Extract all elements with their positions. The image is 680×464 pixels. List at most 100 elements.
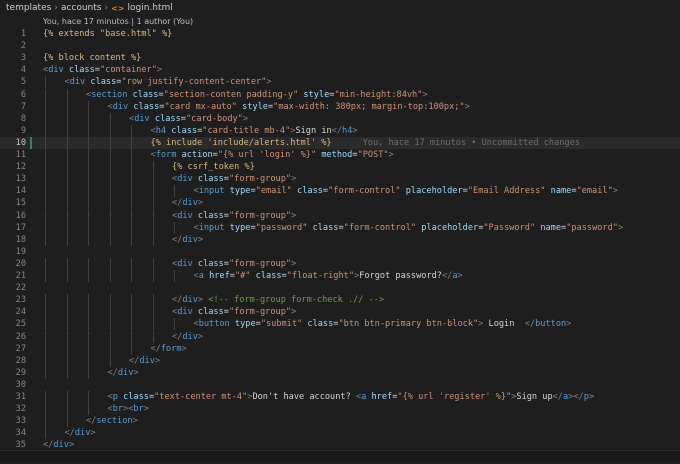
indent-guide <box>45 149 46 161</box>
code-line[interactable]: 1 {% extends "base.html" %} <box>0 28 680 40</box>
indent-guide <box>88 149 89 161</box>
indent-guide <box>45 221 46 234</box>
indent-guide <box>88 330 89 343</box>
code-line[interactable]: 23 </div> <!-- form-group form-check .// … <box>0 294 680 307</box>
code-text: {% csrf_token %} <box>172 162 255 173</box>
indent-guide <box>88 342 89 355</box>
code-editor[interactable]: 1 {% extends "base.html" %} 2 3 {% block con… <box>0 28 680 463</box>
indent-guide <box>109 306 111 319</box>
code-text: <section class="section-conten padding-y… <box>86 89 428 100</box>
indent-guide <box>88 318 89 331</box>
code-line[interactable]: 12 {% csrf_token %} <box>0 161 680 174</box>
line-number: 22 <box>15 283 26 294</box>
code-line[interactable]: 27 </form> <box>0 342 680 355</box>
code-line[interactable]: 16 <div class="form-group"> <box>0 209 680 222</box>
code-line[interactable]: 3 {% block content %} <box>0 52 680 64</box>
line-number: 29 <box>15 367 26 378</box>
line-number: 12 <box>15 162 26 173</box>
code-line[interactable]: 31 <p class="text-center mt-4">Don't have… <box>0 391 680 403</box>
indent-guide <box>88 185 89 198</box>
indent-guide <box>109 209 111 222</box>
line-number: 23 <box>15 295 26 306</box>
line-number: 31 <box>15 392 26 402</box>
code-line[interactable]: 2 <box>0 40 680 52</box>
code-text: <div class="row justify-content-center"> <box>64 77 272 88</box>
indent-guide <box>66 366 68 379</box>
line-number: 32 <box>15 404 26 415</box>
code-text: </div> <box>172 198 204 209</box>
code-line[interactable]: 19 <box>0 246 680 258</box>
indent-guide <box>45 294 46 307</box>
inline-blame: You, hace 17 minutos • Uncommitted chang… <box>331 137 580 148</box>
code-line[interactable]: 15 </div> <box>0 197 680 210</box>
codelens-blame[interactable]: You, hace 17 minutos | 1 author (You) <box>43 15 193 28</box>
code-line[interactable]: 5 <div class="row justify-content-center"… <box>0 76 680 89</box>
indent-guide <box>152 185 154 198</box>
indent-guide <box>131 209 132 222</box>
code-line[interactable]: 6 <section class="section-conten padding-… <box>0 88 680 101</box>
code-line[interactable]: 20 <div class="form-group"> <box>0 257 680 270</box>
code-text: <a href="#" class="float-right">Forgot p… <box>193 271 463 281</box>
indent-guide <box>109 257 111 270</box>
line-number: 19 <box>15 246 26 257</box>
indent-guide <box>66 100 68 113</box>
code-text: </div> <!-- form-group form-check .// --… <box>172 295 385 306</box>
breadcrumb-item-templates[interactable]: templates <box>6 3 51 13</box>
code-line[interactable]: 18 </div> <box>0 233 680 246</box>
indent-guide <box>131 318 132 331</box>
code-line[interactable]: 11 <form action="{% url 'login' %}" metho… <box>0 149 680 161</box>
code-text: <div class="form-group"> <box>172 210 297 221</box>
indent-guide <box>88 270 89 282</box>
indent-guide <box>45 330 46 343</box>
indent-guide <box>131 270 132 282</box>
code-line[interactable]: 33 </section> <box>0 415 680 428</box>
code-text: <div class="container"> <box>43 65 163 76</box>
indent-guide <box>45 354 46 367</box>
code-line[interactable]: 28 </div> <box>0 354 680 367</box>
code-line[interactable]: 34 </div> <box>0 427 680 440</box>
code-line[interactable]: 25 <button type="submit" class="btn btn-p… <box>0 318 680 331</box>
indent-guide <box>66 330 68 343</box>
code-line[interactable]: 8 <div class="card-body"> <box>0 112 680 125</box>
breadcrumb: templates › accounts › <> login.html <box>0 0 680 16</box>
code-text: <h4 class="card-title mb-4">Sign in</h4> <box>150 125 358 136</box>
indent-guide <box>88 124 89 137</box>
indent-guide <box>45 427 46 440</box>
code-line[interactable]: 4 <div class="container"> <box>0 64 680 76</box>
indent-guide <box>45 161 46 174</box>
indent-guide <box>131 173 132 186</box>
indent-guide <box>45 100 46 113</box>
code-line[interactable]: 32 <br><br> <box>0 403 680 416</box>
code-line[interactable]: 29 </div> <box>0 366 680 379</box>
code-text: <input type="email" class="form-control"… <box>193 186 618 197</box>
code-line[interactable]: 21 <a href="#" class="float-right">Forgot… <box>0 270 680 282</box>
line-number: 17 <box>15 222 26 233</box>
code-line[interactable]: 10 {% include 'include/alerts.html' %} Yo… <box>0 136 680 149</box>
breadcrumb-item-accounts[interactable]: accounts <box>61 3 102 13</box>
modified-gutter-marker <box>30 136 32 149</box>
line-number: 2 <box>20 41 26 52</box>
code-line[interactable]: 22 <box>0 282 680 294</box>
line-number: 9 <box>20 125 26 136</box>
line-number: 15 <box>15 198 26 209</box>
indent-guide <box>152 270 154 282</box>
indent-guide <box>152 161 154 174</box>
code-line[interactable]: 26 </div> <box>0 330 680 343</box>
indent-guide <box>109 112 111 125</box>
code-line[interactable]: 30 <box>0 379 680 391</box>
code-line[interactable]: 17 <input type="password" class="form-con… <box>0 221 680 234</box>
indent-guide <box>66 233 68 246</box>
code-line[interactable]: 24 <div class="form-group"> <box>0 306 680 319</box>
code-line[interactable]: 14 <input type="email" class="form-contro… <box>0 185 680 198</box>
line-number: 8 <box>20 113 26 124</box>
indent-guide <box>45 257 46 270</box>
code-line[interactable]: 9 <h4 class="card-title mb-4">Sign in</h4… <box>0 124 680 137</box>
indent-guide <box>45 233 46 246</box>
indent-guide <box>66 173 68 186</box>
code-line[interactable]: 13 <div class="form-group"> <box>0 173 680 186</box>
line-number: 1 <box>20 29 26 39</box>
code-text: </div> <box>172 331 204 342</box>
code-line[interactable]: 7 <div class="card mx-auto" style="max-wi… <box>0 100 680 113</box>
breadcrumb-item-file[interactable]: login.html <box>128 3 173 13</box>
code-text: <div class="card mx-auto" style="max-wid… <box>107 101 470 112</box>
